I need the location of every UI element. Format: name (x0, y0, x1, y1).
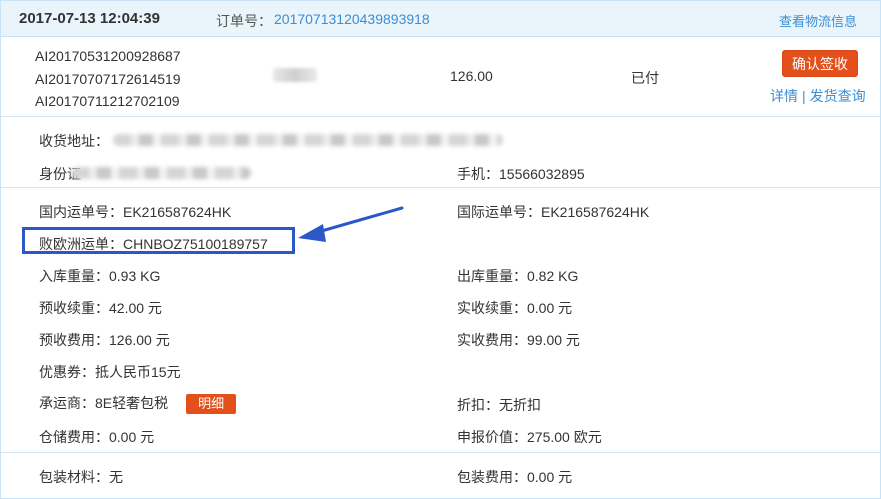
packing-fee-value: 0.00 元 (527, 469, 573, 485)
shipping-query-link[interactable]: 发货查询 (810, 88, 866, 104)
intl-waybill-label: 国际运单号： (457, 204, 541, 220)
tracking-number: AI20170707172614519 (35, 70, 181, 87)
actual-fee-label: 实收费用： (457, 332, 527, 348)
eu-waybill-number: CHNBOZ75100189757 (123, 236, 268, 252)
domestic-waybill-row: 国内运单号：EK216587624HK (39, 202, 231, 222)
carrier-label: 承运商： (39, 395, 95, 411)
discount-row: 折扣：无折扣 (457, 395, 541, 415)
actual-fee-value: 99.00 元 (527, 332, 580, 348)
outbound-weight-label: 出库重量： (457, 268, 527, 284)
inbound-weight-value: 0.93 KG (109, 268, 161, 284)
payment-status: 已付 (631, 70, 659, 86)
tracking-number: AI20170711212702109 (35, 93, 180, 109)
actual-renewal-row: 实收续重：0.00 元 (457, 298, 572, 318)
item-action-links: 详情 | 发货查询 (770, 86, 866, 106)
carrier-value: 8E轻奢包税 (95, 395, 169, 411)
phone-row: 手机：15566032895 (457, 164, 585, 184)
declared-value: 275.00 欧元 (527, 429, 602, 445)
domestic-waybill-label: 国内运单号： (39, 204, 123, 220)
outbound-weight-row: 出库重量：0.82 KG (457, 266, 578, 286)
discount-label: 折扣： (457, 397, 499, 413)
redacted-address (113, 134, 503, 146)
inbound-weight-row: 入库重量：0.93 KG (39, 266, 160, 286)
storage-fee-row: 仓储费用：0.00 元 (39, 427, 154, 447)
address-label: 收货地址： (39, 133, 109, 149)
phone-label: 手机： (457, 166, 499, 182)
coupon-value: 抵人民币15元 (95, 364, 181, 380)
order-number-label: 订单号： (216, 13, 272, 29)
link-separator: | (802, 88, 806, 104)
packing-material-row: 包装材料：无 (39, 467, 123, 487)
phone-value: 15566032895 (499, 166, 585, 182)
eu-waybill-row: 败欧洲运单：CHNBOZ75100189757 (39, 234, 268, 254)
inbound-weight-label: 入库重量： (39, 268, 109, 284)
outbound-weight-value: 0.82 KG (527, 268, 579, 284)
declared-value-row: 申报价值：275.00 欧元 (457, 427, 602, 447)
redacted-product-name (273, 68, 317, 82)
coupon-label: 优惠券： (39, 364, 95, 380)
prepaid-fee-row: 预收费用：126.00 元 (39, 330, 170, 350)
address-row: 收货地址： (39, 131, 109, 151)
actual-renewal-value: 0.00 元 (527, 300, 573, 316)
order-header: 2017-07-13 12:04:39 订单号： 201707131204398… (1, 1, 880, 37)
domestic-waybill-number: EK216587624HK (123, 204, 232, 220)
declared-value-label: 申报价值： (457, 429, 527, 445)
discount-value: 无折扣 (499, 397, 541, 413)
intl-waybill-row: 国际运单号：EK216587624HK (457, 202, 649, 222)
coupon-row: 优惠券：抵人民币15元 (39, 362, 181, 382)
tracking-number: AI20170531200928687 (35, 48, 181, 64)
eu-waybill-label: 败欧洲运单： (39, 236, 123, 252)
carrier-detail-button[interactable]: 明细 (186, 394, 237, 415)
packing-material-label: 包装材料： (39, 469, 109, 485)
prepaid-renewal-value: 42.00 元 (109, 300, 162, 316)
storage-fee-label: 仓储费用： (39, 429, 109, 445)
packing-material-value: 无 (109, 469, 123, 485)
prepaid-fee-label: 预收费用： (39, 332, 109, 348)
view-logistics-link[interactable]: 查看物流信息 (779, 11, 857, 30)
prepaid-renewal-label: 预收续重： (39, 300, 109, 316)
actual-renewal-label: 实收续重： (457, 300, 527, 316)
redacted-id (71, 167, 251, 179)
storage-fee-value: 0.00 元 (109, 429, 155, 445)
prepaid-renewal-row: 预收续重：42.00 元 (39, 298, 162, 318)
order-amount: 126.00 (450, 68, 493, 84)
order-card: 2017-07-13 12:04:39 订单号： 201707131204398… (0, 0, 881, 499)
details-link[interactable]: 详情 (770, 88, 798, 104)
order-datetime: 2017-07-13 12:04:39 (19, 10, 160, 27)
order-item-row: AI20170531200928687 AI20170707172614519 … (1, 37, 880, 117)
order-number[interactable]: 20170713120439893918 (274, 11, 430, 27)
prepaid-fee-value: 126.00 元 (109, 332, 170, 348)
section-divider (1, 452, 880, 453)
section-divider (1, 187, 880, 188)
tracking-number-list: AI20170531200928687 AI20170707172614519 … (35, 45, 181, 113)
confirm-receipt-button[interactable]: 确认签收 (782, 50, 858, 77)
packing-fee-label: 包装费用： (457, 469, 527, 485)
packing-fee-row: 包装费用：0.00 元 (457, 467, 572, 487)
carrier-row: 承运商：8E轻奢包税 明细 (39, 393, 237, 415)
actual-fee-row: 实收费用：99.00 元 (457, 330, 580, 350)
intl-waybill-number: EK216587624HK (541, 204, 650, 220)
